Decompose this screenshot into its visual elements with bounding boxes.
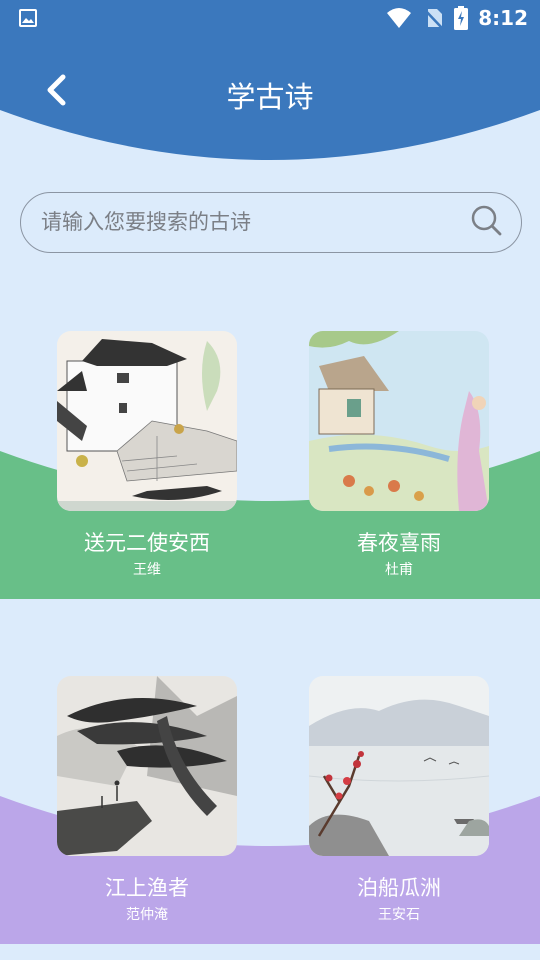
battery-charging-icon [454,6,469,30]
status-bar: 8:12 [0,0,540,36]
poem-author: 范仲淹 [126,907,168,923]
search-box[interactable] [20,192,522,253]
poem-author: 杜甫 [385,562,413,578]
wifi-icon [387,8,412,28]
poem-illustration [309,676,489,856]
poem-card-1[interactable]: 送元二使安西 王维 [57,331,237,578]
status-time: 8:12 [478,6,528,30]
poem-card-4[interactable]: 泊船瓜洲 王安石 [309,676,489,923]
poem-illustration [57,676,237,856]
poem-illustration [57,331,237,511]
poem-author: 王维 [133,562,161,578]
poem-title: 泊船瓜洲 [357,876,441,900]
poem-author: 王安石 [378,907,420,923]
poem-title: 江上渔者 [105,876,189,900]
poem-illustration [309,331,489,511]
no-sim-icon [423,8,444,29]
poem-title: 春夜喜雨 [357,531,441,555]
poem-card-2[interactable]: 春夜喜雨 杜甫 [309,331,489,578]
poem-card-3[interactable]: 江上渔者 范仲淹 [57,676,237,923]
page-title: 学古诗 [226,80,314,114]
header: 8:12 学古诗 [0,0,540,170]
search-icon[interactable] [471,205,503,237]
search-input[interactable] [41,193,461,251]
gallery-notification-icon [19,9,37,27]
poem-title: 送元二使安西 [84,531,210,555]
